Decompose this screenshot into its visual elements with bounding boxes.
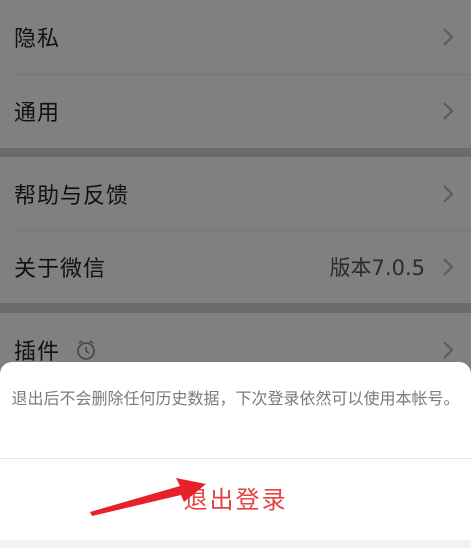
settings-group-about: 帮助与反馈 关于微信 版本7.0.5 [0,157,471,303]
chevron-right-icon [443,341,454,359]
settings-screen: 隐私 通用 帮助与反馈 关于微信 版本7.0.5 插件 退出后不会删除任何历史数… [0,0,471,548]
chevron-right-icon [443,102,454,120]
settings-item-label: 帮助与反馈 [14,184,130,209]
settings-item-label: 关于微信 [14,257,107,282]
version-text: 版本7.0.5 [329,256,425,280]
logout-action-sheet: 退出后不会删除任何历史数据，下次登录依然可以使用本帐号。 退出登录 [0,362,471,548]
settings-item-help-feedback[interactable]: 帮助与反馈 [0,157,471,231]
chevron-right-icon [443,258,454,276]
sheet-divider [0,458,471,459]
settings-group-general: 隐私 通用 [0,0,471,148]
logout-warning-message: 退出后不会删除任何历史数据，下次登录依然可以使用本帐号。 [11,389,460,408]
settings-item-label: 隐私 [14,27,61,52]
settings-item-about-wechat[interactable]: 关于微信 版本7.0.5 [0,230,471,304]
settings-item-privacy[interactable]: 隐私 [0,0,471,74]
settings-item-general[interactable]: 通用 [0,74,471,148]
chevron-right-icon [443,185,454,203]
settings-item-label: 通用 [14,101,61,126]
chevron-right-icon [443,28,454,46]
logout-button[interactable]: 退出登录 [0,480,471,515]
sheet-bottom-strip [0,540,471,548]
plugin-timer-icon [77,340,95,360]
